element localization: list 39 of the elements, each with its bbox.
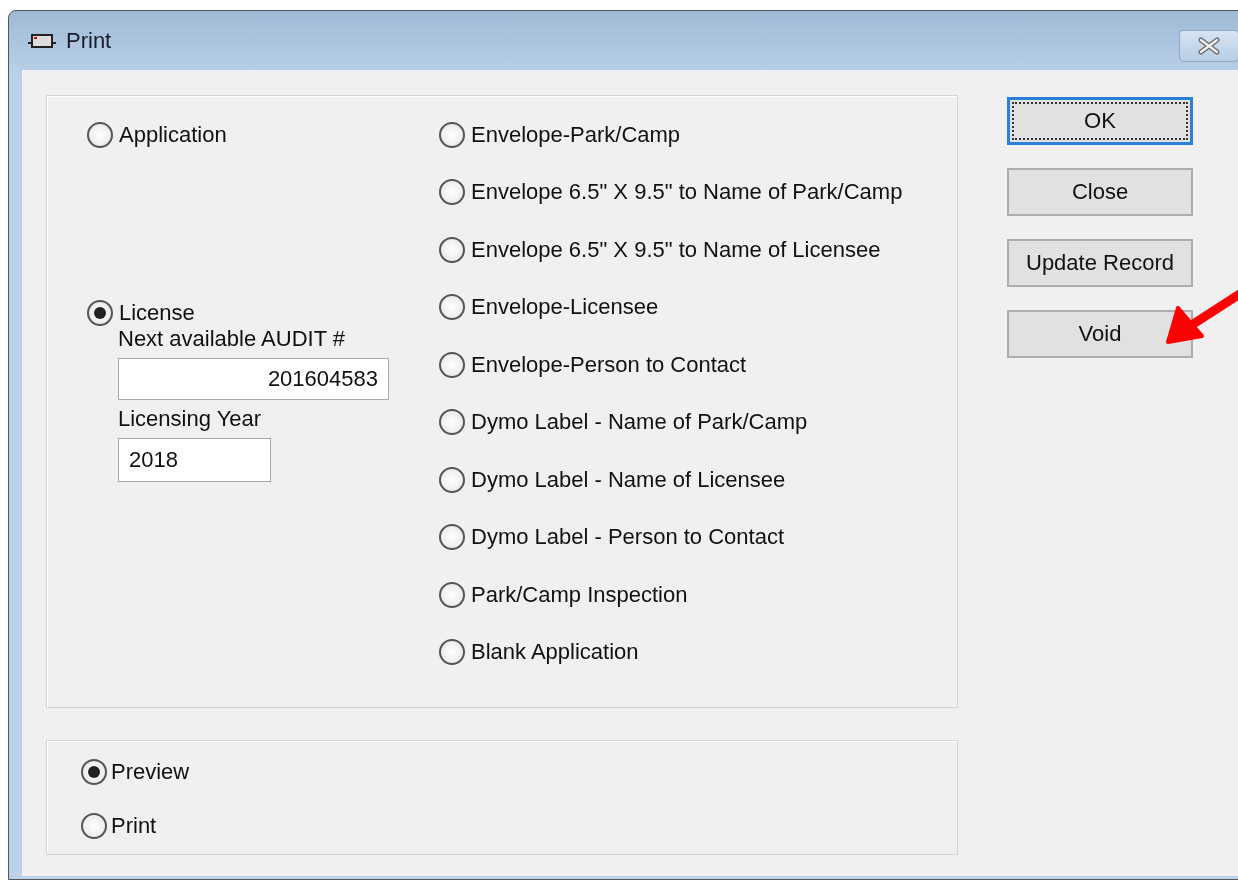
radio-button[interactable] [439,294,465,321]
window-title: Print [66,27,112,54]
radio-button[interactable] [87,300,113,327]
option-label: Envelope-Park/Camp [471,121,681,148]
radio-button[interactable] [81,813,107,839]
option-label: Envelope-Licensee [471,294,659,321]
radio-button[interactable] [439,409,465,436]
radio-button[interactable] [439,581,465,608]
radio-button[interactable] [439,466,465,493]
option-label: Preview [111,759,190,785]
close-button[interactable] [1179,30,1238,62]
radio-button[interactable] [81,759,107,785]
input-field[interactable]: 2018 [118,438,271,482]
option-label: Envelope 6.5" X 9.5" to Name of Park/Camp [471,179,903,206]
option-label: Dymo Label - Person to Contact [471,524,785,551]
close-icon [1196,37,1222,55]
option-label: Envelope 6.5" X 9.5" to Name of Licensee [471,236,881,263]
option-label: Envelope-Person to Contact [471,351,747,378]
dialog-button[interactable]: Close [1007,168,1193,216]
option-label: Dymo Label - Name of Park/Camp [471,409,808,436]
radio-button[interactable] [439,179,465,206]
option-label: Park/Camp Inspection [471,581,688,608]
field-label: Licensing Year [118,406,263,432]
dialog-button[interactable]: Update Record [1007,239,1193,287]
radio-button[interactable] [439,236,465,263]
radio-button[interactable] [439,121,465,148]
radio-button[interactable] [439,639,465,666]
option-label: Application [119,121,227,148]
option-label: Blank Application [471,639,639,666]
input-field[interactable]: 201604583 [118,358,389,400]
field-label: Next available AUDIT # [118,326,347,352]
option-label: Print [111,813,157,839]
radio-button[interactable] [87,121,113,148]
radio-button[interactable] [439,524,465,551]
dialog-button[interactable]: Void [1007,310,1193,358]
option-label: License [119,300,195,327]
dialog-button[interactable]: OK [1007,97,1193,145]
option-label: Dymo Label - Name of Licensee [471,466,786,493]
radio-button[interactable] [439,351,465,378]
